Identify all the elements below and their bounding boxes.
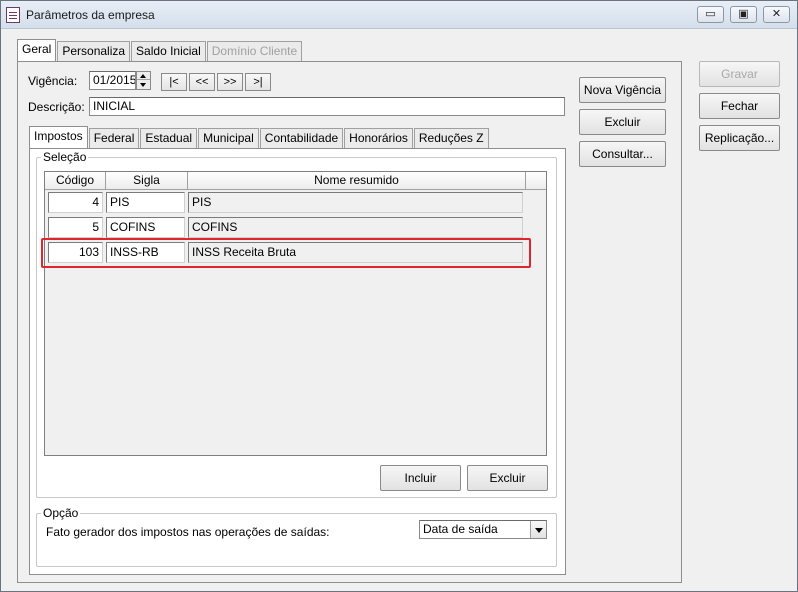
minimize-icon: ▭: [705, 8, 716, 20]
tab-geral[interactable]: Geral: [17, 39, 57, 61]
replicacao-button[interactable]: Replicação...: [699, 125, 780, 151]
descricao-input[interactable]: INICIAL: [89, 97, 565, 116]
table-row[interactable]: 5 COFINS COFINS: [45, 215, 526, 240]
tab-reducoes-z[interactable]: Reduções Z: [413, 128, 489, 148]
column-header-nome-resumido[interactable]: Nome resumido: [188, 172, 526, 190]
descricao-label: Descrição:: [28, 100, 85, 114]
cell-sigla[interactable]: PIS: [106, 192, 185, 213]
last-period-button[interactable]: >|: [245, 73, 271, 91]
tab-saldo-inicial[interactable]: Saldo Inicial: [131, 41, 206, 61]
table-row[interactable]: 4 PIS PIS: [45, 190, 526, 215]
previous-period-button[interactable]: <<: [189, 73, 215, 91]
grid-header: Código Sigla Nome resumido: [45, 172, 546, 190]
tab-federal[interactable]: Federal: [88, 128, 140, 148]
cell-nome-resumido[interactable]: INSS Receita Bruta: [188, 242, 523, 263]
parametros-window: Parâmetros da empresa ▭ ▣ ✕ Geral Person…: [0, 0, 798, 592]
fato-gerador-label: Fato gerador dos impostos nas operações …: [46, 525, 330, 539]
cell-codigo[interactable]: 103: [48, 242, 103, 263]
tab-contabilidade[interactable]: Contabilidade: [259, 128, 344, 148]
column-header-codigo[interactable]: Código: [45, 172, 106, 190]
tab-municipal[interactable]: Municipal: [198, 128, 259, 148]
cell-sigla[interactable]: COFINS: [106, 217, 185, 238]
first-period-button[interactable]: |<: [161, 73, 187, 91]
excluir-button[interactable]: Excluir: [467, 465, 548, 491]
cell-codigo[interactable]: 5: [48, 217, 103, 238]
maximize-icon: ▣: [738, 8, 749, 20]
close-button[interactable]: ✕: [763, 6, 790, 23]
fechar-button[interactable]: Fechar: [699, 93, 780, 119]
column-header-sigla[interactable]: Sigla: [106, 172, 188, 190]
close-icon: ✕: [771, 8, 782, 20]
tab-dominio-cliente[interactable]: Domínio Cliente: [206, 41, 303, 61]
excluir-vigencia-button[interactable]: Excluir Vigência: [579, 109, 666, 153]
table-row-selected[interactable]: 103 INSS-RB INSS Receita Bruta: [45, 240, 526, 265]
spin-down-icon[interactable]: [137, 81, 150, 89]
cell-sigla[interactable]: INSS-RB: [106, 242, 185, 263]
spin-up-icon[interactable]: [137, 72, 150, 80]
selecao-legend: Seleção: [41, 150, 89, 164]
tab-honorarios[interactable]: Honorários: [344, 128, 413, 148]
tab-personaliza[interactable]: Personaliza: [57, 41, 131, 61]
minimize-button[interactable]: ▭: [697, 6, 724, 23]
vigencia-label: Vigência:: [28, 74, 78, 88]
next-period-button[interactable]: >>: [217, 73, 243, 91]
window-title: Parâmetros da empresa: [26, 8, 155, 22]
vigencia-input[interactable]: 01/2015: [89, 71, 136, 90]
fato-gerador-value: Data de saída: [423, 522, 498, 536]
vigencia-spinner[interactable]: [136, 71, 151, 90]
maximize-button[interactable]: ▣: [730, 6, 757, 23]
cell-nome-resumido[interactable]: PIS: [188, 192, 523, 213]
impostos-grid: Código Sigla Nome resumido 4 PIS PIS 5 C…: [44, 171, 547, 456]
consultar-button[interactable]: Consultar...: [579, 141, 666, 167]
top-tab-strip: Geral Personaliza Saldo Inicial Domínio …: [17, 39, 303, 61]
tab-estadual[interactable]: Estadual: [140, 128, 198, 148]
gravar-button[interactable]: Gravar: [699, 61, 780, 87]
inner-tab-strip: Impostos Federal Estadual Municipal Cont…: [29, 126, 490, 148]
incluir-button[interactable]: Incluir: [380, 465, 461, 491]
fato-gerador-select[interactable]: Data de saída: [419, 520, 547, 539]
cell-codigo[interactable]: 4: [48, 192, 103, 213]
chevron-down-icon[interactable]: [530, 521, 546, 538]
nova-vigencia-button[interactable]: Nova Vigência: [579, 77, 666, 103]
opcao-legend: Opção: [41, 506, 81, 520]
app-icon: [6, 7, 20, 23]
tab-impostos[interactable]: Impostos: [29, 126, 88, 148]
cell-nome-resumido[interactable]: COFINS: [188, 217, 523, 238]
title-bar[interactable]: Parâmetros da empresa ▭ ▣ ✕: [1, 1, 797, 29]
column-header-filler: [526, 172, 546, 190]
